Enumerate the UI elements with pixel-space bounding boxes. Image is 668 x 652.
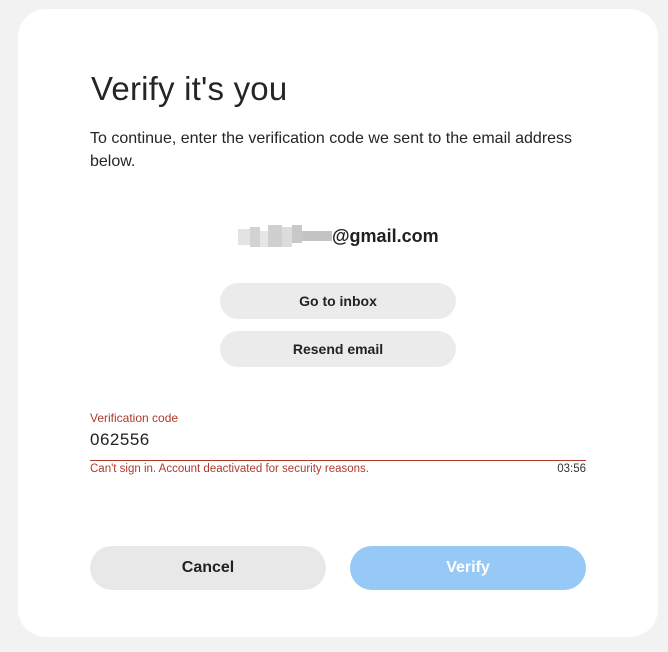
dialog-description: To continue, enter the verification code… — [90, 130, 573, 170]
countdown-timer: 03:56 — [557, 463, 586, 475]
error-message: Can't sign in. Account deactivated for s… — [90, 463, 369, 475]
cancel-button[interactable]: Cancel — [90, 546, 326, 590]
verification-code-label: Verification code — [90, 411, 179, 425]
go-to-inbox-button[interactable]: Go to inbox — [220, 283, 456, 319]
verification-code-input[interactable] — [90, 430, 586, 461]
redacted-email-local-part — [238, 225, 332, 247]
email-domain: @gmail.com — [332, 226, 439, 246]
dialog-title: Verify it's you — [91, 70, 288, 107]
verification-dialog: Verify it's you To continue, enter the v… — [18, 9, 658, 637]
verify-button[interactable]: Verify — [350, 546, 586, 590]
resend-email-button[interactable]: Resend email — [220, 331, 456, 367]
email-address: @gmail.com — [18, 223, 658, 249]
field-meta-row: Can't sign in. Account deactivated for s… — [90, 462, 586, 478]
verification-code-field: Verification code Can't sign in. Account… — [90, 411, 586, 478]
